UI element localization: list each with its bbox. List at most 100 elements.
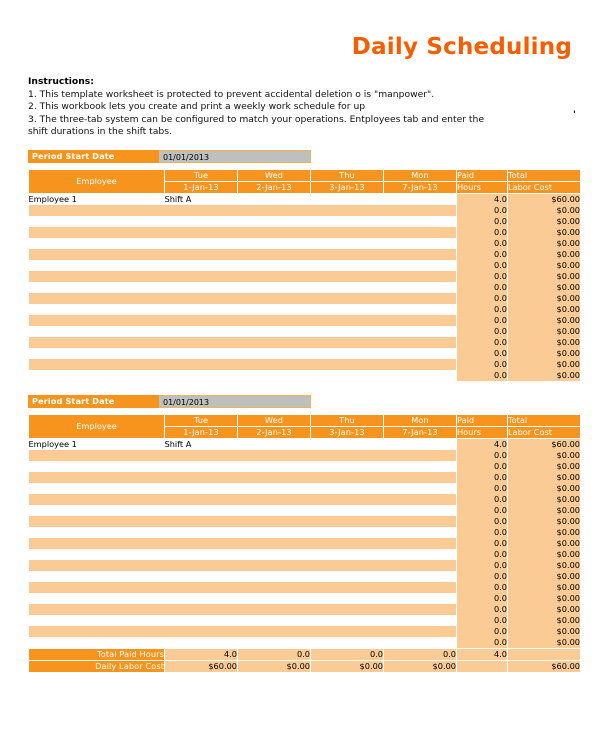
shift-cell[interactable] xyxy=(310,204,384,216)
shift-cell[interactable] xyxy=(164,592,238,604)
shift-cell[interactable] xyxy=(164,625,238,637)
employee-name-cell[interactable] xyxy=(28,581,165,593)
shift-cell[interactable] xyxy=(383,215,457,227)
shift-cell[interactable] xyxy=(237,603,311,615)
employee-name-cell[interactable] xyxy=(28,281,165,293)
shift-cell[interactable] xyxy=(310,369,384,381)
shift-cell[interactable] xyxy=(164,614,238,626)
shift-cell[interactable] xyxy=(237,292,311,304)
employee-name-cell[interactable] xyxy=(28,226,165,238)
shift-cell[interactable] xyxy=(310,559,384,571)
shift-cell[interactable] xyxy=(310,248,384,260)
shift-cell[interactable] xyxy=(310,226,384,238)
shift-cell[interactable] xyxy=(164,537,238,549)
shift-cell[interactable] xyxy=(383,636,457,649)
shift-cell[interactable] xyxy=(237,559,311,571)
employee-name-cell[interactable] xyxy=(28,292,165,304)
employee-name-cell[interactable] xyxy=(28,347,165,359)
shift-cell[interactable] xyxy=(310,314,384,326)
period-start-date-input[interactable]: 01/01/2013 xyxy=(159,394,311,408)
shift-cell[interactable] xyxy=(383,193,457,205)
shift-cell[interactable] xyxy=(310,259,384,271)
shift-cell[interactable] xyxy=(237,270,311,282)
shift-cell[interactable] xyxy=(164,570,238,582)
shift-cell[interactable] xyxy=(310,493,384,505)
shift-cell[interactable] xyxy=(310,570,384,582)
shift-cell[interactable] xyxy=(237,347,311,359)
shift-cell[interactable]: Shift A xyxy=(164,193,238,205)
shift-cell[interactable] xyxy=(237,592,311,604)
shift-cell[interactable] xyxy=(383,581,457,593)
shift-cell[interactable] xyxy=(383,292,457,304)
employee-name-cell[interactable]: Employee 1 xyxy=(28,193,165,205)
shift-cell[interactable] xyxy=(237,303,311,315)
shift-cell[interactable] xyxy=(310,358,384,370)
shift-cell[interactable] xyxy=(383,537,457,549)
shift-cell[interactable] xyxy=(237,493,311,505)
employee-name-cell[interactable] xyxy=(28,259,165,271)
shift-cell[interactable] xyxy=(164,325,238,337)
shift-cell[interactable] xyxy=(237,204,311,216)
employee-name-cell[interactable] xyxy=(28,625,165,637)
shift-cell[interactable] xyxy=(237,193,311,205)
shift-cell[interactable] xyxy=(237,471,311,483)
employee-name-cell[interactable] xyxy=(28,559,165,571)
shift-cell[interactable] xyxy=(310,438,384,450)
employee-name-cell[interactable] xyxy=(28,570,165,582)
shift-cell[interactable] xyxy=(237,259,311,271)
shift-cell[interactable] xyxy=(383,226,457,238)
shift-cell[interactable] xyxy=(237,504,311,516)
shift-cell[interactable] xyxy=(383,449,457,461)
shift-cell[interactable] xyxy=(310,215,384,227)
shift-cell[interactable] xyxy=(383,515,457,527)
shift-cell[interactable] xyxy=(237,314,311,326)
shift-cell[interactable] xyxy=(383,358,457,370)
employee-name-cell[interactable] xyxy=(28,358,165,370)
shift-cell[interactable] xyxy=(237,460,311,472)
shift-cell[interactable] xyxy=(383,336,457,348)
shift-cell[interactable] xyxy=(164,471,238,483)
shift-cell[interactable] xyxy=(383,493,457,505)
shift-cell[interactable] xyxy=(164,248,238,260)
shift-cell[interactable] xyxy=(164,215,238,227)
shift-cell[interactable] xyxy=(383,570,457,582)
employee-name-cell[interactable] xyxy=(28,270,165,282)
shift-cell[interactable] xyxy=(310,471,384,483)
shift-cell[interactable] xyxy=(164,204,238,216)
shift-cell[interactable] xyxy=(383,314,457,326)
shift-cell[interactable] xyxy=(310,625,384,637)
shift-cell[interactable] xyxy=(383,614,457,626)
shift-cell[interactable] xyxy=(383,526,457,538)
shift-cell[interactable] xyxy=(237,215,311,227)
employee-name-cell[interactable] xyxy=(28,369,165,381)
shift-cell[interactable] xyxy=(383,471,457,483)
shift-cell[interactable] xyxy=(164,259,238,271)
shift-cell[interactable] xyxy=(164,548,238,560)
shift-cell[interactable] xyxy=(237,537,311,549)
shift-cell[interactable] xyxy=(310,603,384,615)
shift-cell[interactable] xyxy=(164,292,238,304)
shift-cell[interactable] xyxy=(237,449,311,461)
shift-cell[interactable] xyxy=(164,515,238,527)
shift-cell[interactable] xyxy=(383,603,457,615)
shift-cell[interactable] xyxy=(237,438,311,450)
shift-cell[interactable] xyxy=(164,504,238,516)
shift-cell[interactable] xyxy=(383,248,457,260)
employee-name-cell[interactable] xyxy=(28,336,165,348)
shift-cell[interactable] xyxy=(383,592,457,604)
shift-cell[interactable] xyxy=(310,325,384,337)
shift-cell[interactable] xyxy=(237,526,311,538)
shift-cell[interactable] xyxy=(237,358,311,370)
shift-cell[interactable] xyxy=(164,226,238,238)
shift-cell[interactable] xyxy=(310,193,384,205)
shift-cell[interactable] xyxy=(310,581,384,593)
shift-cell[interactable] xyxy=(310,460,384,472)
shift-cell[interactable] xyxy=(383,482,457,494)
shift-cell[interactable] xyxy=(310,614,384,626)
shift-cell[interactable] xyxy=(310,636,384,649)
shift-cell[interactable] xyxy=(383,460,457,472)
shift-cell[interactable] xyxy=(383,625,457,637)
shift-cell[interactable] xyxy=(310,504,384,516)
employee-name-cell[interactable] xyxy=(28,449,165,461)
period-start-date-input[interactable]: 01/01/2013 xyxy=(159,149,311,163)
